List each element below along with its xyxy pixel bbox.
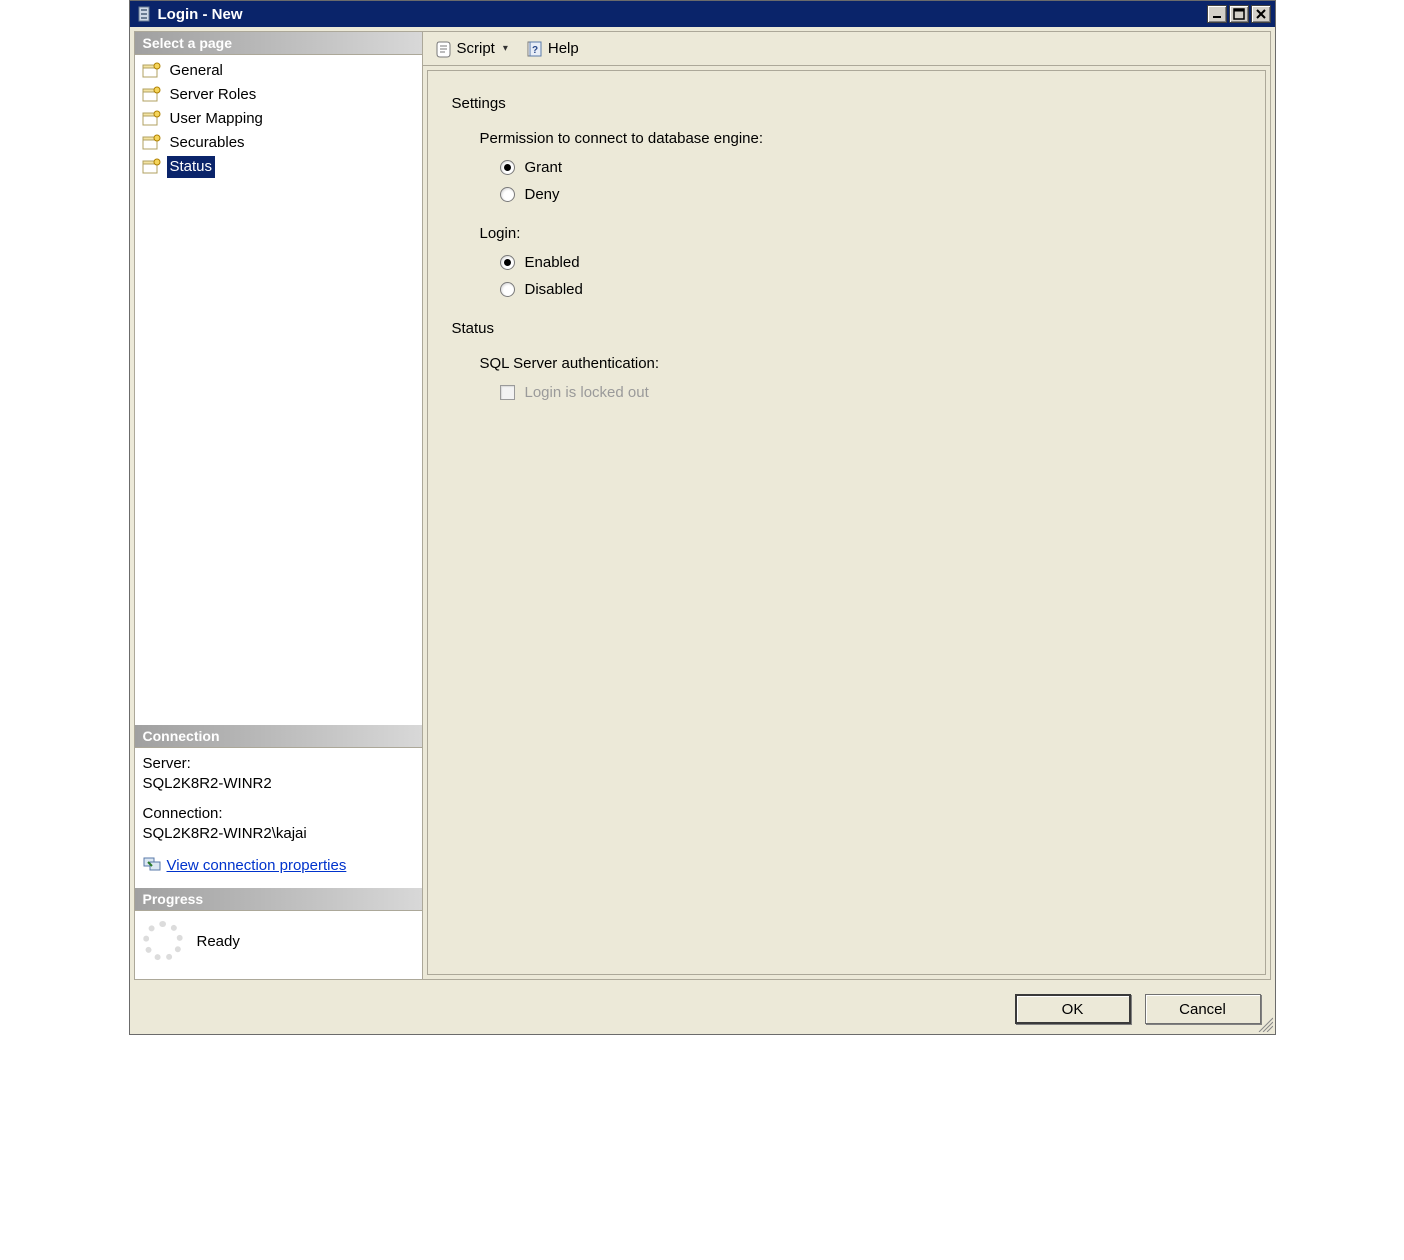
chevron-down-icon[interactable]: ▾ <box>499 43 512 54</box>
radio-label: Disabled <box>525 281 583 298</box>
app-icon <box>136 6 152 22</box>
help-label: Help <box>548 40 579 57</box>
status-heading: Status <box>452 320 1241 337</box>
login-locked-out-checkbox: Login is locked out <box>500 384 1241 401</box>
radio-icon <box>500 187 515 202</box>
nav-item-status[interactable]: Status <box>139 155 418 179</box>
content-area: Settings Permission to connect to databa… <box>427 70 1266 975</box>
radio-icon <box>500 282 515 297</box>
login-label: Login: <box>480 225 1241 242</box>
nav-item-user-mapping[interactable]: User Mapping <box>139 107 418 131</box>
radio-icon <box>500 255 515 270</box>
permission-grant-radio[interactable]: Grant <box>500 159 1241 176</box>
page-nav-list: General Server Roles User Mapping <box>135 55 422 725</box>
right-panel: Script ▾ ? Help Settings Permission to c… <box>423 32 1270 979</box>
connection-header: Connection <box>135 725 422 748</box>
checkbox-label: Login is locked out <box>525 384 649 401</box>
nav-label: Server Roles <box>167 84 260 106</box>
cancel-button[interactable]: Cancel <box>1145 994 1261 1024</box>
script-icon <box>435 40 453 58</box>
script-button[interactable]: Script ▾ <box>431 38 516 60</box>
window-title: Login - New <box>158 6 243 23</box>
ok-button[interactable]: OK <box>1015 994 1131 1024</box>
nav-item-general[interactable]: General <box>139 59 418 83</box>
close-button[interactable] <box>1251 5 1271 23</box>
login-disabled-radio[interactable]: Disabled <box>500 281 1241 298</box>
nav-label: General <box>167 60 226 82</box>
login-dialog: Login - New Select a page Gene <box>129 0 1276 1035</box>
radio-icon <box>500 160 515 175</box>
settings-heading: Settings <box>452 95 1241 112</box>
left-panel: Select a page General Server Roles <box>135 32 423 979</box>
server-label: Server: <box>143 754 414 774</box>
server-value: SQL2K8R2-WINR2 <box>143 774 414 794</box>
permission-radio-group: Grant Deny <box>480 159 1241 203</box>
sql-auth-label: SQL Server authentication: <box>480 355 1241 372</box>
dialog-footer: OK Cancel <box>130 984 1275 1034</box>
connection-label: Connection: <box>143 804 414 824</box>
select-page-header: Select a page <box>135 32 422 55</box>
help-icon: ? <box>526 40 544 58</box>
page-icon <box>141 110 161 128</box>
minimize-button[interactable] <box>1207 5 1227 23</box>
page-icon <box>141 86 161 104</box>
toolbar: Script ▾ ? Help <box>423 32 1270 66</box>
progress-header: Progress <box>135 888 422 911</box>
progress-box: Ready <box>135 911 422 979</box>
progress-status: Ready <box>197 933 240 950</box>
resize-grip-icon[interactable] <box>1255 1014 1273 1032</box>
progress-spinner-icon <box>143 921 183 961</box>
page-icon <box>141 158 161 176</box>
radio-label: Grant <box>525 159 563 176</box>
script-label: Script <box>457 40 495 57</box>
checkbox-icon <box>500 385 515 400</box>
nav-label: Securables <box>167 132 248 154</box>
nav-label: Status <box>167 156 216 178</box>
nav-label: User Mapping <box>167 108 266 130</box>
connection-info: Server: SQL2K8R2-WINR2 Connection: SQL2K… <box>135 748 422 888</box>
connection-properties-icon <box>143 854 161 878</box>
titlebar: Login - New <box>130 1 1275 27</box>
maximize-button[interactable] <box>1229 5 1249 23</box>
button-label: OK <box>1062 1001 1084 1018</box>
connection-value: SQL2K8R2-WINR2\kajai <box>143 824 414 844</box>
nav-item-server-roles[interactable]: Server Roles <box>139 83 418 107</box>
radio-label: Deny <box>525 186 560 203</box>
login-enabled-radio[interactable]: Enabled <box>500 254 1241 271</box>
login-radio-group: Enabled Disabled <box>480 254 1241 298</box>
radio-label: Enabled <box>525 254 580 271</box>
permission-deny-radio[interactable]: Deny <box>500 186 1241 203</box>
page-icon <box>141 134 161 152</box>
view-connection-properties-link[interactable]: View connection properties <box>167 856 347 876</box>
permission-label: Permission to connect to database engine… <box>480 130 1241 147</box>
button-label: Cancel <box>1179 1001 1226 1018</box>
nav-item-securables[interactable]: Securables <box>139 131 418 155</box>
help-button[interactable]: ? Help <box>522 38 583 60</box>
svg-text:?: ? <box>532 45 538 56</box>
page-icon <box>141 62 161 80</box>
